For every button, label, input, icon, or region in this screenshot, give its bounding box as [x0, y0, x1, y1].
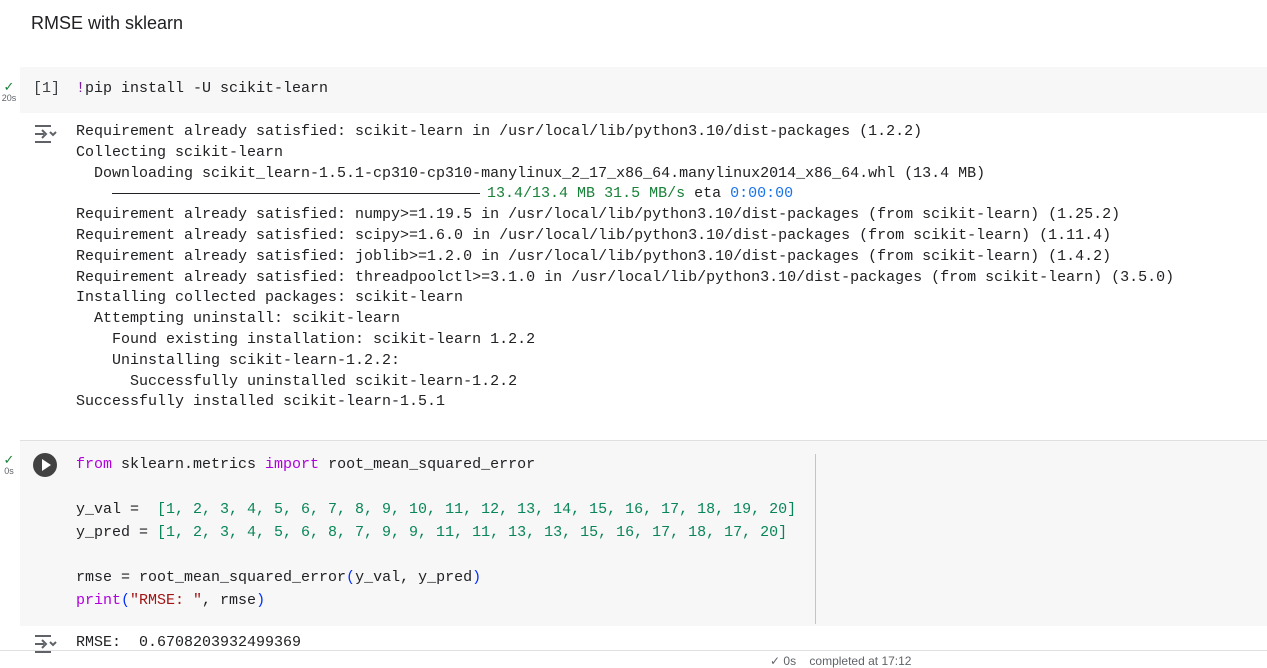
paren: ): [472, 568, 482, 586]
y-pred-var: y_pred =: [76, 523, 158, 541]
status-bar-text: ✓ 0s completed at 17:12: [770, 654, 912, 668]
paren: (: [346, 568, 356, 586]
paren: ): [256, 591, 266, 609]
output-line: Successfully installed scikit-learn-1.5.…: [76, 393, 446, 411]
cell2-exec-time: 0s: [4, 466, 14, 476]
output-line: Installing collected packages: scikit-le…: [76, 289, 464, 307]
eta-value: 0:00:00: [730, 185, 794, 203]
check-icon: ✓: [3, 452, 15, 467]
cell1-status: ✓ 20s: [0, 80, 18, 103]
cell1-output: Requirement already satisfied: scikit-le…: [76, 122, 1174, 413]
keyword: from: [76, 456, 113, 473]
cell2-status: ✓ 0s: [0, 453, 18, 476]
output-line: Uninstalling scikit-learn-1.2.2:: [76, 351, 401, 369]
module-name: sklearn.metrics: [112, 456, 266, 473]
string-literal: "RMSE: ": [130, 591, 203, 609]
cell1-exec-time: 20s: [1, 93, 17, 103]
output-line: Requirement already satisfied: threadpoo…: [76, 268, 1175, 286]
cell2-code-editor[interactable]: from sklearn.metrics import root_mean_sq…: [76, 454, 796, 612]
download-progress-bar: [112, 192, 481, 194]
y-val-list: [1, 2, 3, 4, 5, 6, 7, 8, 9, 10, 11, 12, …: [157, 501, 797, 519]
output-line: Attempting uninstall: scikit-learn: [76, 310, 401, 328]
status-bar-divider: [0, 650, 1267, 651]
download-size: 13.4/13.4 MB: [487, 185, 596, 203]
run-cell-button[interactable]: [33, 453, 57, 477]
check-icon: ✓: [3, 79, 15, 94]
output-line: Successfully uninstalled scikit-learn-1.…: [76, 372, 518, 390]
paren: (: [121, 591, 131, 609]
execution-count: [1]: [33, 80, 61, 97]
eta-label: eta: [694, 185, 722, 203]
cell1-code-text: pip install -U scikit-learn: [85, 80, 329, 97]
section-heading: RMSE with sklearn: [31, 13, 184, 33]
output-line: Requirement already satisfied: numpy>=1.…: [76, 206, 1121, 224]
call-args: y_val, y_pred: [355, 568, 473, 586]
output-line: Requirement already satisfied: scipy>=1.…: [76, 226, 1112, 244]
cell2-output: RMSE: 0.6708203932499369: [76, 634, 302, 651]
y-pred-list: [1, 2, 3, 4, 5, 6, 8, 7, 9, 9, 11, 11, 1…: [157, 523, 788, 541]
output-toggle-icon[interactable]: [32, 123, 58, 145]
output-line: Found existing installation: scikit-lear…: [76, 330, 536, 348]
keyword: import: [265, 456, 320, 473]
output-line: Collecting scikit-learn: [76, 143, 284, 161]
print-args: , rmse: [202, 591, 257, 609]
imported-name: root_mean_squared_error: [319, 456, 536, 473]
output-line: Requirement already satisfied: joblib>=1…: [76, 247, 1112, 265]
cell1-code[interactable]: !pip install -U scikit-learn: [76, 80, 328, 97]
output-toggle-icon[interactable]: [32, 633, 58, 655]
rmse-assign: rmse = root_mean_squared_error: [76, 568, 347, 586]
editor-ruler: [815, 454, 816, 624]
output-line: Downloading scikit_learn-1.5.1-cp310-cp3…: [76, 164, 986, 182]
y-val-var: y_val =: [76, 501, 158, 519]
output-line: Requirement already satisfied: scikit-le…: [76, 123, 923, 140]
download-speed: 31.5 MB/s: [604, 185, 686, 203]
shell-bang: !: [76, 80, 86, 97]
print-fn: print: [76, 591, 122, 609]
